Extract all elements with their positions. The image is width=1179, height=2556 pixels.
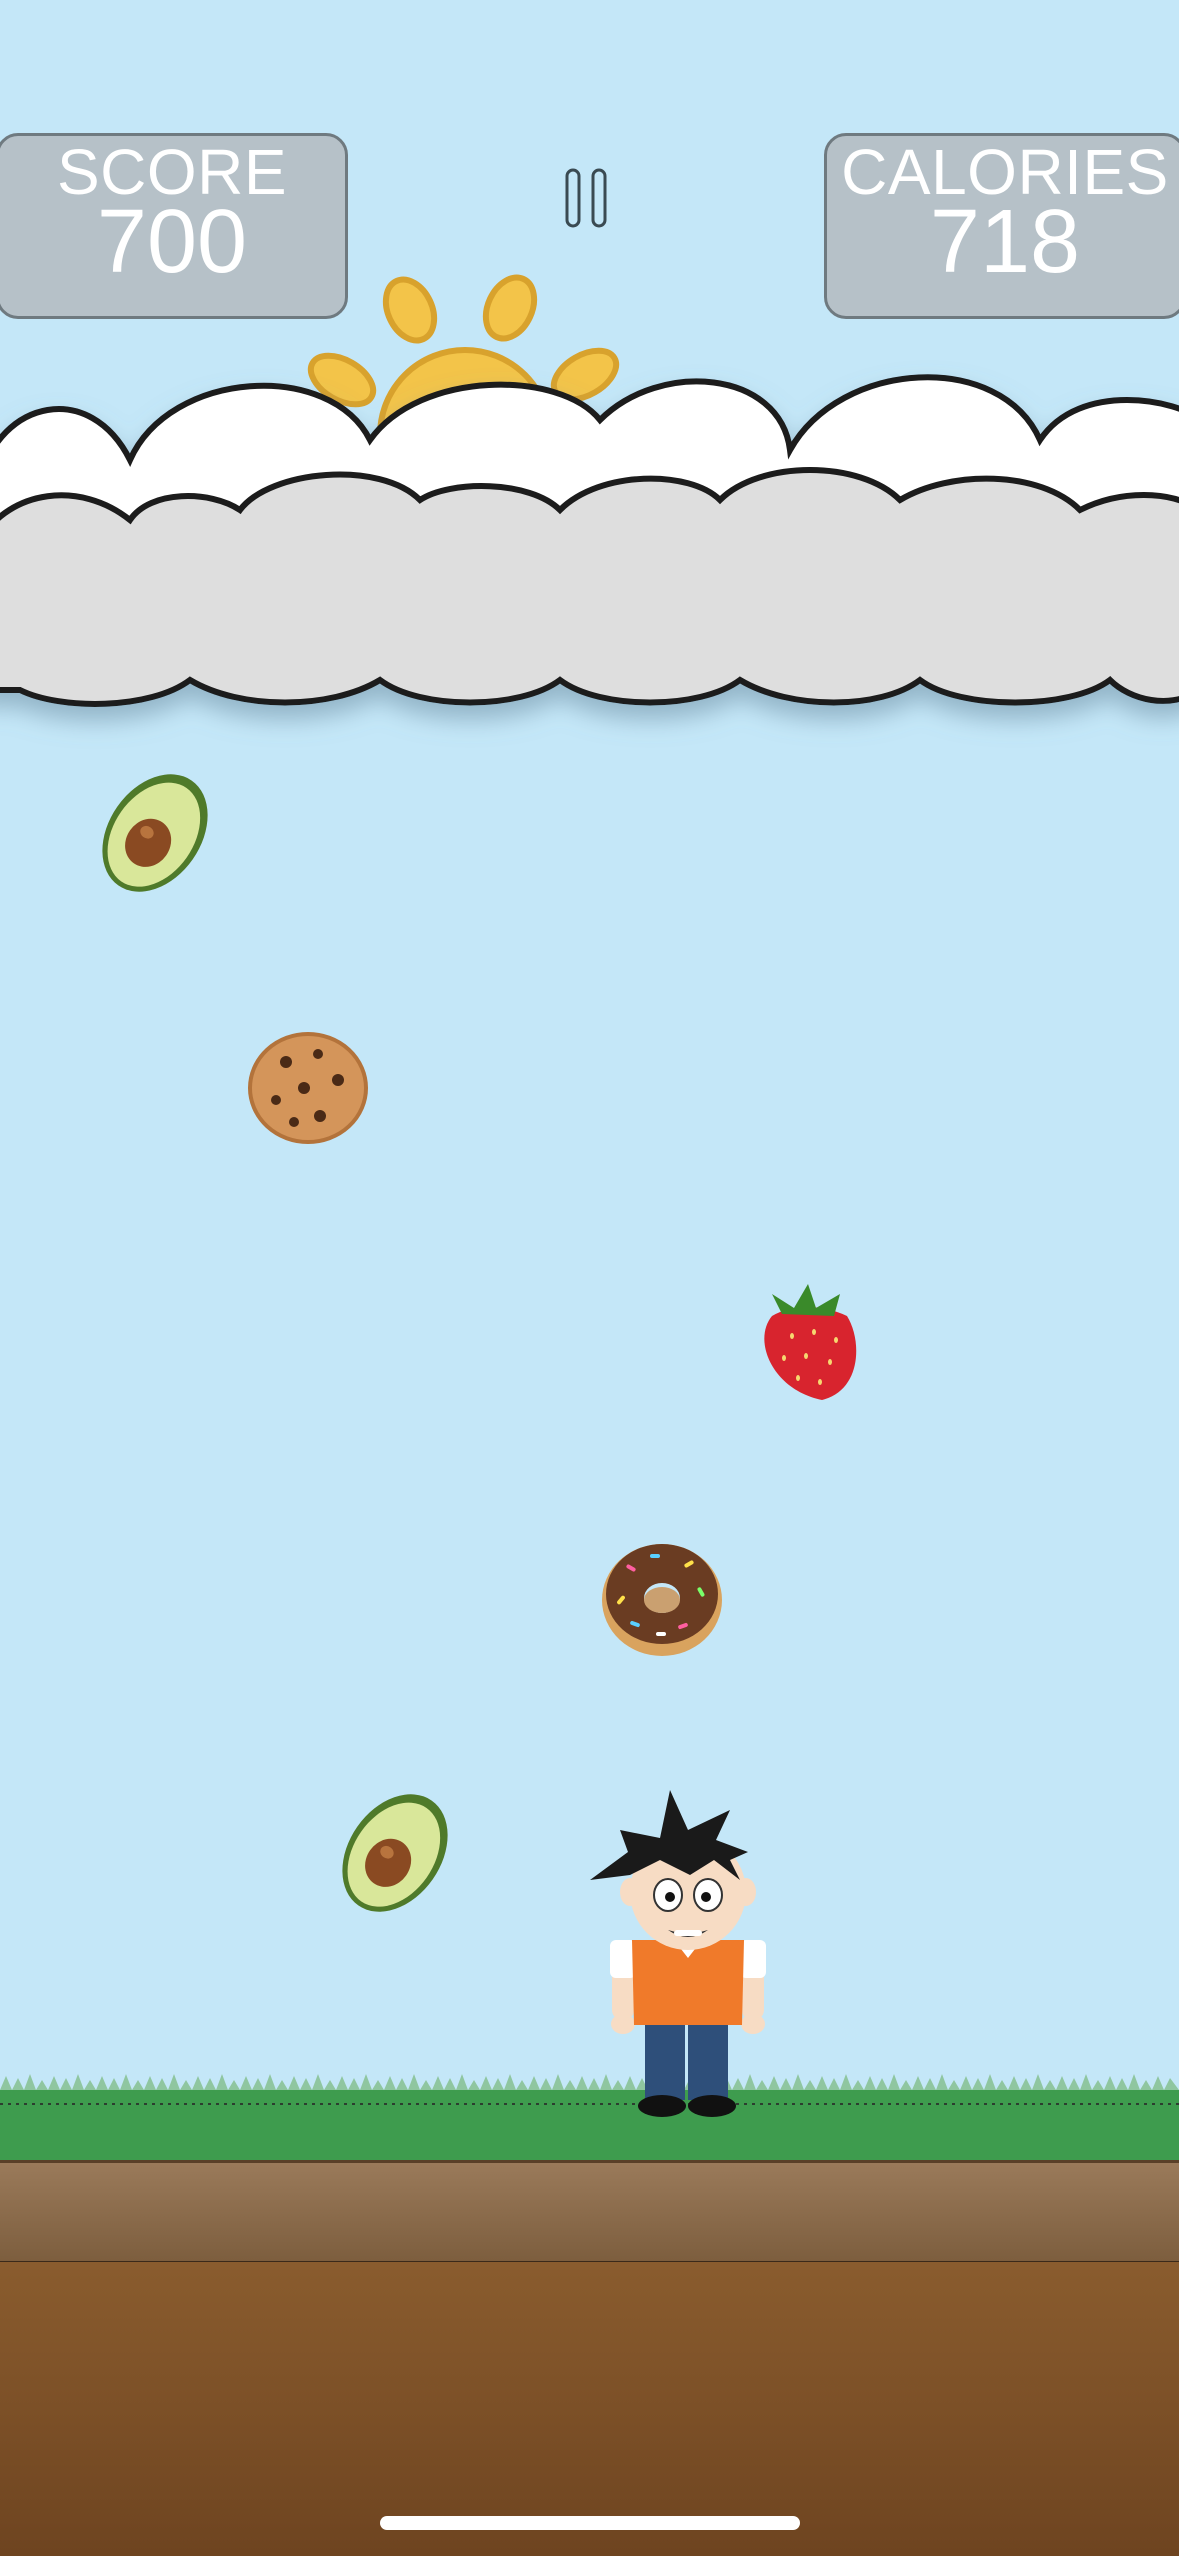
avocado-icon <box>342 1794 448 1912</box>
cookie-icon <box>248 1032 368 1144</box>
pause-button[interactable] <box>563 166 611 230</box>
player-character[interactable] <box>590 1780 790 2125</box>
score-panel: SCORE 700 <box>0 133 348 319</box>
donut-icon <box>602 1544 722 1656</box>
cloud-bank <box>0 374 1179 707</box>
score-value: 700 <box>96 192 248 292</box>
game-stage[interactable]: SCORE 700 CALORIES 718 <box>0 0 1179 2556</box>
dirt-layer-top <box>0 2160 1179 2265</box>
strawberry-icon <box>764 1284 857 1400</box>
calories-value: 718 <box>929 192 1081 292</box>
avocado-icon <box>102 774 208 892</box>
calories-panel: CALORIES 718 <box>824 133 1179 319</box>
dirt-layer-bottom <box>0 2262 1179 2556</box>
home-indicator[interactable] <box>380 2516 800 2530</box>
